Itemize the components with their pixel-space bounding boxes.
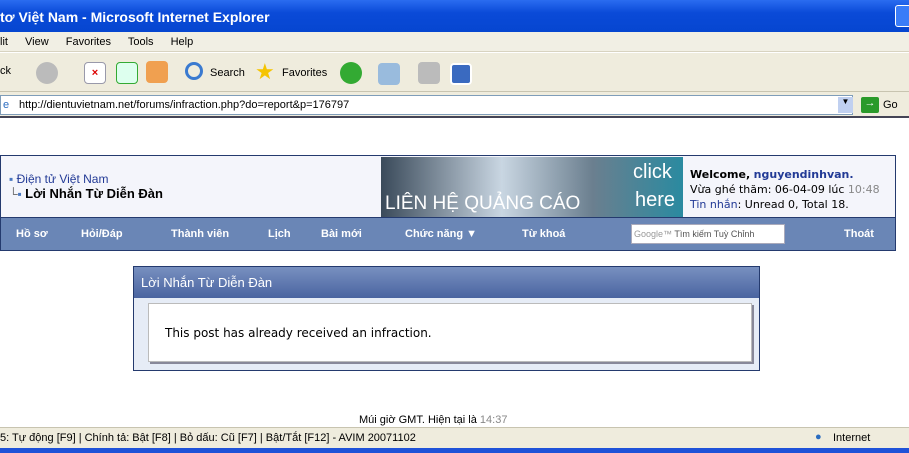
search-icon[interactable]: [185, 62, 203, 80]
mail-icon[interactable]: [378, 63, 400, 85]
nav-bar: Hồ sơ Hỏi/Đáp Thành viên Lịch Bài mới Ch…: [0, 218, 896, 251]
search-input[interactable]: Google™ Tìm kiếm Tuỳ Chỉnh: [631, 224, 785, 244]
search-button[interactable]: Search: [210, 67, 245, 79]
breadcrumb-root[interactable]: Điện tử Việt Nam: [17, 172, 109, 186]
menu-edit[interactable]: lit: [0, 36, 8, 48]
nav-members[interactable]: Thành viên: [171, 228, 229, 240]
folder-icon: ▪: [9, 172, 14, 186]
edit-icon[interactable]: [450, 63, 472, 85]
minimize-button[interactable]: [895, 5, 909, 27]
nav-logout[interactable]: Thoát: [844, 228, 874, 240]
nav-functions[interactable]: Chức năng ▼: [405, 228, 477, 240]
globe-icon: ●: [815, 431, 822, 443]
folder-icon: ▪: [17, 187, 22, 201]
menu-bar: lit View Favorites Tools Help: [0, 32, 909, 52]
menu-help[interactable]: Help: [171, 36, 194, 48]
message-panel: Lời Nhắn Từ Diễn Đàn This post has alrea…: [133, 266, 760, 371]
message-body: This post has already received an infrac…: [148, 303, 752, 362]
nav-calendar[interactable]: Lịch: [268, 228, 291, 240]
welcome-panel: Welcome, nguyendinhvan. Vừa ghé thăm: 06…: [690, 168, 880, 211]
nav-profile[interactable]: Hồ sơ: [16, 228, 48, 240]
history-icon[interactable]: [340, 62, 362, 84]
breadcrumb: ▪ Điện tử Việt Nam └▪ Lời Nhắn Từ Diễn Đ…: [9, 172, 163, 201]
nav-faq[interactable]: Hỏi/Đáp: [81, 228, 123, 240]
menu-tools[interactable]: Tools: [128, 36, 154, 48]
username-link[interactable]: nguyendinhvan.: [754, 168, 854, 181]
title-bar: tơ Việt Nam - Microsoft Internet Explore…: [0, 0, 909, 32]
home-icon[interactable]: [146, 61, 168, 83]
print-icon[interactable]: [418, 62, 440, 84]
footer-time: Múi giờ GMT. Hiện tại là 14:37: [359, 414, 508, 426]
menu-view[interactable]: View: [25, 36, 49, 48]
refresh-icon[interactable]: [116, 62, 138, 84]
menu-favorites[interactable]: Favorites: [66, 36, 111, 48]
pm-link[interactable]: Tin nhắn: [690, 198, 738, 211]
favorites-button[interactable]: Favorites: [282, 67, 327, 79]
favorites-icon[interactable]: ★: [255, 61, 277, 83]
nav-new-posts[interactable]: Bài mới: [321, 228, 362, 240]
toolbar: ck × Search ★ Favorites: [0, 53, 909, 92]
ad-banner[interactable]: LIÊN HỆ QUẢNG CÁO click here: [381, 157, 683, 217]
stop-icon[interactable]: ×: [84, 62, 106, 84]
taskbar: [0, 448, 909, 453]
forward-icon[interactable]: [36, 62, 58, 84]
status-text: 5: Tự động [F9] | Chính tả: Bật [F8] | B…: [0, 432, 416, 444]
ie-page-icon: e: [3, 99, 10, 111]
nav-keywords[interactable]: Từ khoá: [522, 228, 565, 240]
go-button[interactable]: Go: [883, 99, 898, 111]
status-bar: 5: Tự động [F9] | Chính tả: Bật [F8] | B…: [0, 427, 909, 448]
page-title: Lời Nhắn Từ Diễn Đàn: [25, 186, 163, 201]
address-dropdown[interactable]: ▼: [838, 97, 853, 113]
window-title: tơ Việt Nam - Microsoft Internet Explore…: [0, 9, 270, 25]
message-title: Lời Nhắn Từ Diễn Đàn: [134, 267, 759, 298]
back-button[interactable]: ck: [0, 65, 11, 77]
zone-label: Internet: [833, 432, 871, 444]
address-input[interactable]: e http://dientuvietnam.net/forums/infract…: [0, 95, 853, 115]
go-icon[interactable]: →: [861, 97, 879, 113]
address-bar: e http://dientuvietnam.net/forums/infract…: [0, 92, 909, 118]
